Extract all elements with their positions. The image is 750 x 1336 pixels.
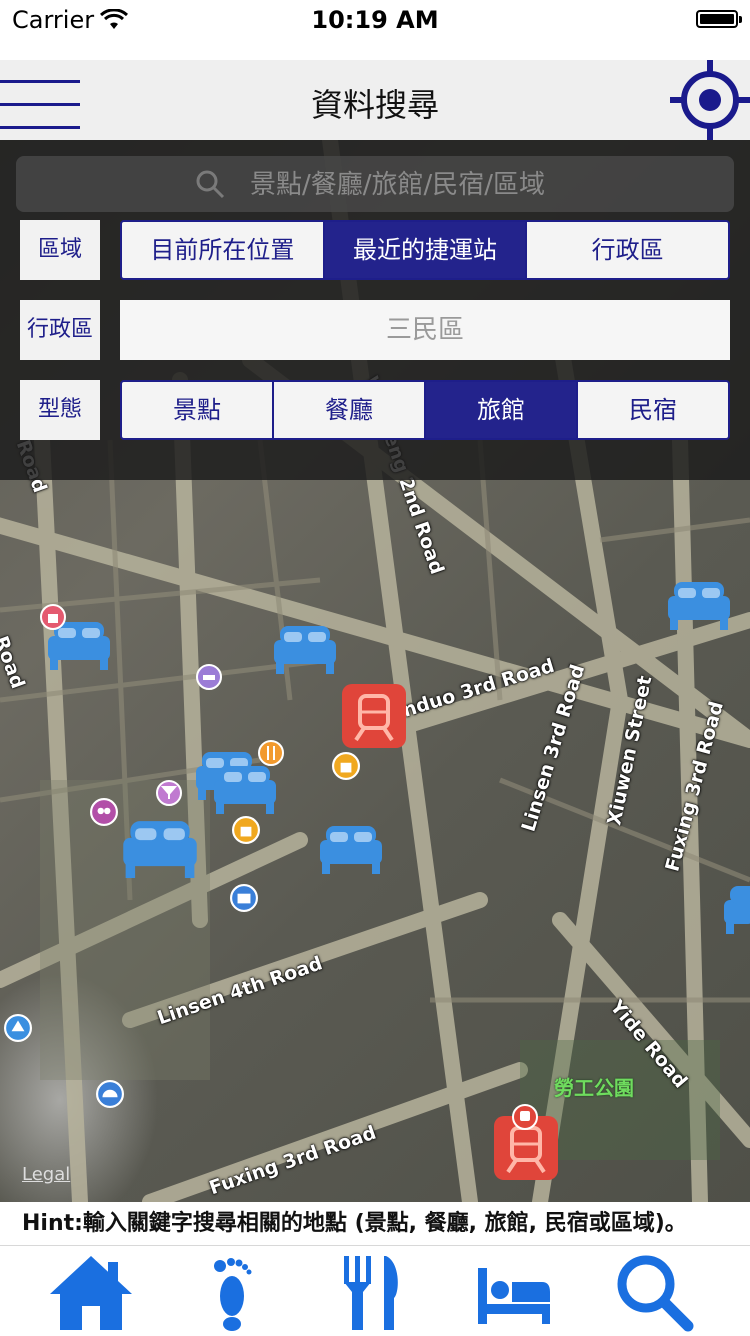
area-option-district[interactable]: 行政區 bbox=[525, 222, 728, 278]
restaurant-poi-icon[interactable] bbox=[258, 740, 284, 766]
type-option-hotel[interactable]: 旅館 bbox=[424, 382, 576, 438]
metro-station-icon[interactable] bbox=[342, 684, 406, 748]
battery-icon bbox=[696, 10, 742, 28]
search-filter-panel: 區域 目前所在位置 最近的捷運站 行政區 行政區 三民區 型態 景點 餐廳 旅館… bbox=[0, 140, 750, 480]
stadium-poi-icon[interactable] bbox=[96, 1080, 124, 1108]
type-label: 型態 bbox=[20, 380, 100, 440]
type-option-restaurant[interactable]: 餐廳 bbox=[272, 382, 424, 438]
area-segmented-control[interactable]: 目前所在位置 最近的捷運站 行政區 bbox=[120, 220, 730, 280]
shopping-poi-icon[interactable] bbox=[40, 604, 66, 630]
home-icon[interactable] bbox=[46, 1252, 136, 1332]
type-segmented-control[interactable]: 景點 餐廳 旅館 民宿 bbox=[120, 380, 730, 440]
library-poi-icon[interactable] bbox=[230, 884, 258, 912]
harbor-poi-icon[interactable] bbox=[4, 1014, 32, 1042]
district-selector[interactable]: 三民區 bbox=[120, 300, 730, 360]
hotel-poi-icon[interactable] bbox=[196, 664, 222, 690]
type-option-attraction[interactable]: 景點 bbox=[122, 382, 272, 438]
search-bar[interactable] bbox=[16, 156, 734, 212]
hotel-bed-icon[interactable] bbox=[120, 814, 200, 878]
park-label: 勞工公園 bbox=[554, 1076, 634, 1100]
search-input[interactable] bbox=[248, 164, 712, 206]
bar-poi-icon[interactable] bbox=[156, 780, 182, 806]
search-icon[interactable] bbox=[610, 1252, 700, 1332]
area-option-nearest-metro[interactable]: 最近的捷運站 bbox=[322, 222, 526, 278]
footprint-icon[interactable] bbox=[186, 1252, 276, 1332]
area-label: 區域 bbox=[20, 220, 100, 280]
area-option-current-location[interactable]: 目前所在位置 bbox=[122, 222, 323, 278]
shopping-poi-icon[interactable] bbox=[332, 752, 360, 780]
hotel-bed-icon[interactable] bbox=[272, 620, 338, 674]
hotel-bed-icon[interactable] bbox=[722, 880, 750, 934]
search-icon bbox=[196, 170, 225, 199]
theater-poi-icon[interactable] bbox=[90, 798, 118, 826]
map-legal-link[interactable]: Legal bbox=[22, 1164, 70, 1185]
hint-text: Hint:輸入關鍵字搜尋相關的地點 (景點, 餐廳, 旅館, 民宿或區域)。 bbox=[0, 1202, 750, 1246]
hotel-bed-icon[interactable] bbox=[212, 760, 278, 814]
clock: 10:19 AM bbox=[311, 6, 439, 34]
nav-bar: 資料搜尋 bbox=[0, 60, 750, 140]
shopping-poi-icon[interactable] bbox=[232, 816, 260, 844]
bed-icon[interactable] bbox=[470, 1252, 560, 1332]
hotel-bed-icon[interactable] bbox=[318, 820, 384, 874]
transit-poi-icon[interactable] bbox=[512, 1104, 538, 1130]
tab-bar bbox=[0, 1246, 750, 1334]
hotel-bed-icon[interactable] bbox=[666, 576, 732, 630]
fork-knife-icon[interactable] bbox=[328, 1252, 418, 1332]
page-title: 資料搜尋 bbox=[310, 86, 439, 124]
district-label: 行政區 bbox=[20, 300, 100, 360]
type-option-bnb[interactable]: 民宿 bbox=[576, 382, 728, 438]
status-bar: Carrier 10:19 AM bbox=[0, 0, 750, 40]
crosshair-locate-icon[interactable] bbox=[670, 60, 750, 140]
